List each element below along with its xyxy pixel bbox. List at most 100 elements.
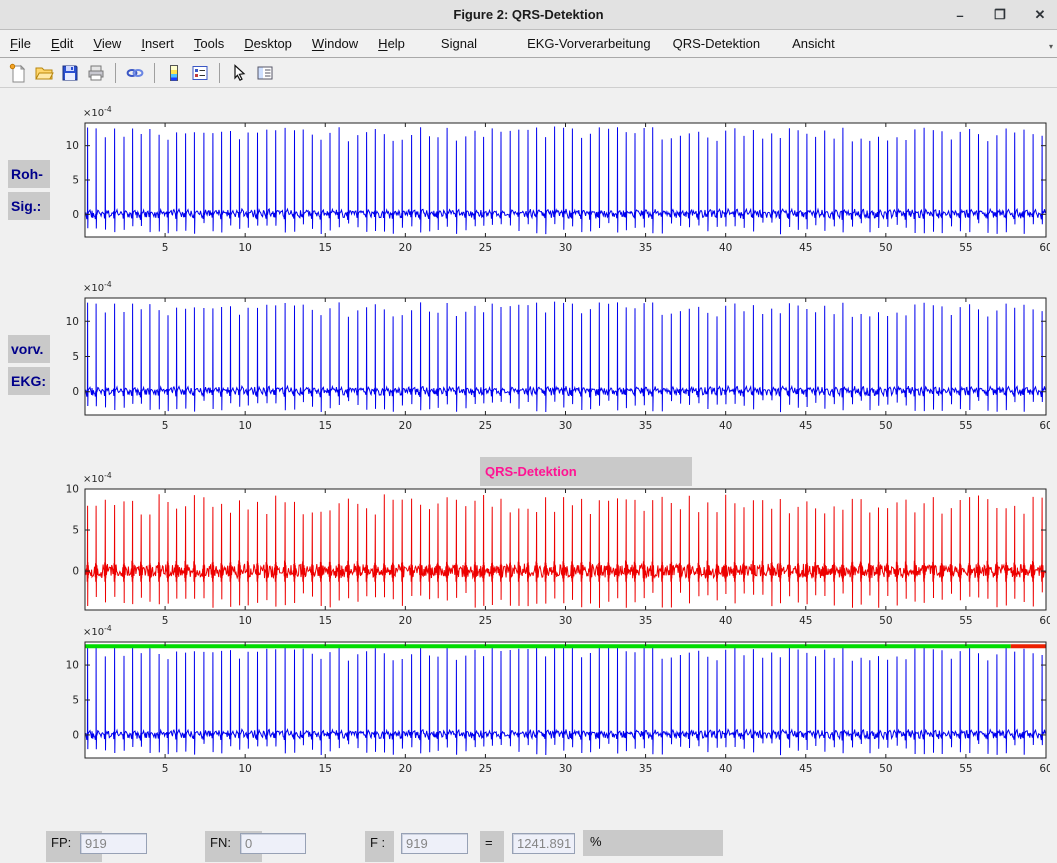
figure-window: Figure 2: QRS-Detektion – ❐ ✕ FileEditVi… bbox=[0, 0, 1057, 863]
x-tick-label: 25 bbox=[479, 420, 492, 432]
close-icon[interactable]: ✕ bbox=[1031, 6, 1049, 24]
fn-input[interactable] bbox=[240, 833, 306, 854]
y-tick-label: 0 bbox=[72, 209, 79, 221]
new-file-icon[interactable] bbox=[6, 62, 30, 84]
menu-item-view[interactable]: View bbox=[83, 30, 131, 57]
y-axis-exponent: ×10-4 bbox=[83, 105, 112, 119]
title-bar: Figure 2: QRS-Detektion – ❐ ✕ bbox=[0, 0, 1057, 30]
y-axis-exponent: ×10-4 bbox=[83, 624, 112, 638]
y-tick-label: 5 bbox=[72, 695, 79, 707]
y-tick-label: 10 bbox=[66, 140, 79, 152]
x-tick-label: 50 bbox=[879, 420, 892, 432]
insert-colorbar-icon[interactable] bbox=[162, 62, 186, 84]
x-tick-label: 10 bbox=[238, 763, 251, 775]
fn-label: FN: bbox=[210, 835, 231, 850]
x-tick-label: 15 bbox=[319, 763, 332, 775]
x-tick-label: 45 bbox=[799, 420, 812, 432]
plot-qrs-filtered: 510152025303540455055600510×10-4 bbox=[50, 467, 1050, 632]
x-tick-label: 35 bbox=[639, 242, 652, 254]
x-tick-label: 5 bbox=[162, 420, 169, 432]
x-tick-label: 40 bbox=[719, 242, 732, 254]
menu-item-tools[interactable]: Tools bbox=[184, 30, 234, 57]
y-tick-label: 10 bbox=[66, 660, 79, 672]
equals-label: = bbox=[485, 835, 493, 850]
x-tick-label: 45 bbox=[799, 763, 812, 775]
menu-item-signal[interactable]: Signal bbox=[431, 30, 487, 57]
toolbar-separator bbox=[154, 63, 155, 83]
menu-bar: FileEditViewInsertToolsDesktopWindowHelp… bbox=[0, 30, 1057, 58]
x-tick-label: 30 bbox=[559, 763, 572, 775]
insert-legend-icon[interactable] bbox=[188, 62, 212, 84]
window-title: Figure 2: QRS-Detektion bbox=[0, 7, 1057, 22]
x-tick-label: 20 bbox=[399, 763, 412, 775]
menu-item-ansicht[interactable]: Ansicht bbox=[782, 30, 845, 57]
fp-label: FP: bbox=[51, 835, 71, 850]
x-tick-label: 55 bbox=[959, 763, 972, 775]
menu-item-insert[interactable]: Insert bbox=[131, 30, 184, 57]
menu-item-desktop[interactable]: Desktop bbox=[234, 30, 302, 57]
y-axis-exponent: ×10-4 bbox=[83, 471, 112, 485]
x-tick-label: 60 bbox=[1039, 420, 1050, 432]
x-tick-label: 55 bbox=[959, 242, 972, 254]
plot-detection-result: 510152025303540455055600510×10-4 bbox=[50, 620, 1050, 780]
x-tick-label: 35 bbox=[639, 763, 652, 775]
x-tick-label: 55 bbox=[959, 420, 972, 432]
plot-preprocessed-ekg: 510152025303540455055600510×10-4 bbox=[50, 276, 1050, 437]
percent-input[interactable] bbox=[512, 833, 575, 854]
y-tick-label: 5 bbox=[72, 525, 79, 537]
y-tick-label: 10 bbox=[66, 484, 79, 496]
x-tick-label: 40 bbox=[719, 420, 732, 432]
percent-panel-bg bbox=[583, 830, 723, 856]
save-icon[interactable] bbox=[58, 62, 82, 84]
print-icon[interactable] bbox=[84, 62, 108, 84]
x-tick-label: 15 bbox=[319, 420, 332, 432]
x-tick-label: 20 bbox=[399, 420, 412, 432]
y-axis-exponent: ×10-4 bbox=[83, 280, 112, 294]
fp-input[interactable] bbox=[80, 833, 147, 854]
x-tick-label: 60 bbox=[1039, 763, 1050, 775]
window-controls: – ❐ ✕ bbox=[951, 0, 1049, 30]
x-tick-label: 25 bbox=[479, 242, 492, 254]
toolbar bbox=[0, 59, 1057, 88]
label-raw-line2: Sig.: bbox=[8, 192, 50, 220]
menu-item-qrs-detektion[interactable]: QRS-Detektion bbox=[663, 30, 770, 57]
x-tick-label: 20 bbox=[399, 242, 412, 254]
toolbar-separator bbox=[115, 63, 116, 83]
label-prep-line1: vorv. bbox=[8, 335, 50, 363]
y-tick-label: 5 bbox=[72, 175, 79, 187]
x-tick-label: 15 bbox=[319, 242, 332, 254]
x-tick-label: 5 bbox=[162, 763, 169, 775]
edit-plot-arrow-icon[interactable] bbox=[227, 62, 251, 84]
x-tick-label: 5 bbox=[162, 242, 169, 254]
label-prep-line2: EKG: bbox=[8, 367, 50, 395]
figure-canvas: Roh- Sig.: vorv. EKG: QRS-Detektion 5101… bbox=[0, 88, 1057, 863]
menu-item-ekg-vorverarbeitung[interactable]: EKG-Vorverarbeitung bbox=[517, 30, 661, 57]
x-tick-label: 35 bbox=[639, 420, 652, 432]
x-tick-label: 10 bbox=[238, 242, 251, 254]
menu-item-file[interactable]: File bbox=[0, 30, 41, 57]
y-tick-label: 5 bbox=[72, 351, 79, 363]
property-inspector-icon[interactable] bbox=[253, 62, 277, 84]
label-raw-line1: Roh- bbox=[8, 160, 50, 188]
x-tick-label: 25 bbox=[479, 763, 492, 775]
menu-item-window[interactable]: Window bbox=[302, 30, 368, 57]
y-tick-label: 10 bbox=[66, 316, 79, 328]
x-tick-label: 30 bbox=[559, 420, 572, 432]
plot-raw-signal: 510152025303540455055600510×10-4 bbox=[50, 101, 1050, 259]
x-tick-label: 40 bbox=[719, 763, 732, 775]
f-label: F : bbox=[370, 835, 385, 850]
x-tick-label: 45 bbox=[799, 242, 812, 254]
menu-item-help[interactable]: Help bbox=[368, 30, 415, 57]
menu-item-edit[interactable]: Edit bbox=[41, 30, 83, 57]
menu-overflow-icon[interactable]: ▾ bbox=[1049, 42, 1053, 51]
f-input[interactable] bbox=[401, 833, 468, 854]
x-tick-label: 10 bbox=[238, 420, 251, 432]
x-tick-label: 50 bbox=[879, 242, 892, 254]
link-plots-icon[interactable] bbox=[123, 62, 147, 84]
y-tick-label: 0 bbox=[72, 566, 79, 578]
maximize-icon[interactable]: ❐ bbox=[991, 6, 1009, 24]
open-folder-icon[interactable] bbox=[32, 62, 56, 84]
x-tick-label: 30 bbox=[559, 242, 572, 254]
minimize-icon[interactable]: – bbox=[951, 6, 969, 24]
toolbar-separator bbox=[219, 63, 220, 83]
